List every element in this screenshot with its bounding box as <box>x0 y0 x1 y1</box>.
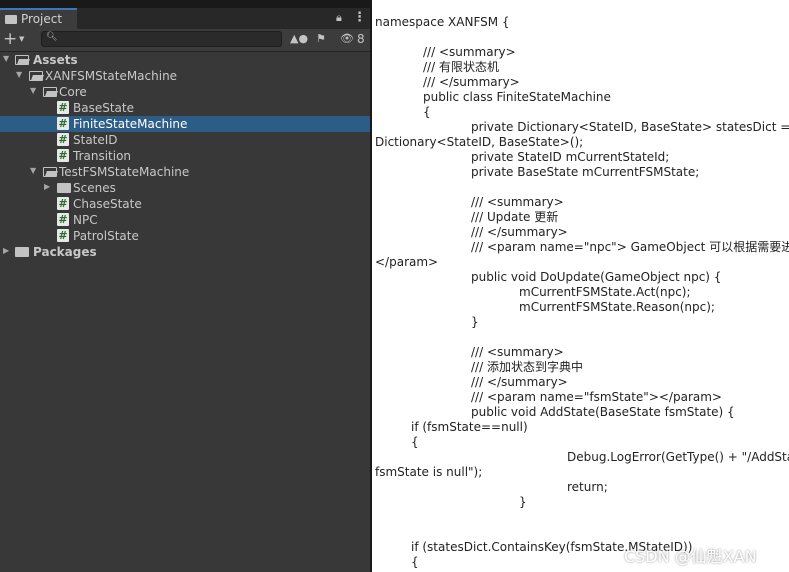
folder-open-icon <box>43 87 57 97</box>
collapse-arrow-icon[interactable]: ▶ <box>3 246 9 255</box>
code-line: public class FiniteStateMachine <box>423 90 611 104</box>
filter-by-label-icon[interactable]: ⚑ <box>316 32 326 45</box>
tree-item-packages[interactable]: ▶ Packages <box>0 244 370 260</box>
tree-item-assets[interactable]: ▼ Assets <box>0 52 370 68</box>
tree-item-label: ChaseState <box>73 197 142 211</box>
tree-item-label: PatrolState <box>73 229 139 243</box>
csharp-script-icon: # <box>57 133 69 146</box>
tree-item-basestate[interactable]: # BaseState <box>0 100 370 116</box>
tree-item-label: Core <box>59 85 87 99</box>
create-button[interactable]: + <box>3 30 17 48</box>
search-icon: 🔍︎ <box>46 32 58 42</box>
folder-icon <box>5 15 17 24</box>
code-line: { <box>411 435 419 449</box>
code-line: Debug.LogError(GetType() + "/AddState <box>567 450 789 464</box>
project-toolbar: + ▼ 🔍︎ ▲● ⚑ 👁︎ 8 <box>0 29 370 52</box>
tree-item-chasestate[interactable]: # ChaseState <box>0 196 370 212</box>
code-line: { <box>411 555 419 569</box>
code-line: Dictionary<StateID, BaseState>(); <box>375 135 584 149</box>
csharp-script-icon: # <box>57 197 69 210</box>
tree-item-label: Transition <box>73 149 132 163</box>
search-input[interactable]: 🔍︎ <box>41 31 282 47</box>
code-line: } <box>471 315 479 329</box>
code-line: /// <summary> <box>423 45 516 59</box>
tree-item-finitestatemachine[interactable]: # FiniteStateMachine <box>0 116 370 132</box>
code-line: /// 添加状态到字典中 <box>471 360 583 374</box>
filter-by-type-icon[interactable]: ▲● <box>290 32 308 45</box>
folder-open-icon <box>15 55 29 65</box>
more-options-icon[interactable]: ⋮ <box>353 10 366 25</box>
tree-item-xanfsmstatemachine[interactable]: ▼ XANFSMStateMachine <box>0 68 370 84</box>
tree-item-label: XANFSMStateMachine <box>45 69 178 83</box>
tree-item-label: Packages <box>33 245 97 259</box>
code-line: public void AddState(BaseState fsmState)… <box>471 405 735 419</box>
tree-item-npc[interactable]: # NPC <box>0 212 370 228</box>
code-line: /// 有限状态机 <box>423 60 499 74</box>
tab-project-label: Project <box>21 12 63 26</box>
tree-item-testfsmstatemachine[interactable]: ▼ TestFSMStateMachine <box>0 164 370 180</box>
tree-item-core[interactable]: ▼ Core <box>0 84 370 100</box>
folder-open-icon <box>29 71 43 81</box>
expand-arrow-icon[interactable]: ▼ <box>30 86 36 95</box>
code-line: mCurrentFSMState.Act(npc); <box>519 285 691 299</box>
code-line: if (fsmState==null) <box>411 420 528 434</box>
collapse-arrow-icon[interactable]: ▶ <box>44 182 50 191</box>
csharp-script-icon: # <box>57 213 69 226</box>
code-line: /// <summary> <box>471 195 564 209</box>
csharp-script-icon: # <box>57 149 69 162</box>
code-line: /// <param name="npc"> GameObject 可以根据需要… <box>471 240 789 254</box>
tree-item-label: FiniteStateMachine <box>73 117 188 131</box>
folder-icon <box>57 183 71 193</box>
project-tabbar: Project 🔒︎ ⋮ <box>0 8 370 29</box>
code-line: private Dictionary<StateID, BaseState> s… <box>471 120 789 134</box>
code-line: /// </summary> <box>423 75 520 89</box>
code-line: } <box>519 495 527 509</box>
code-line: </param> <box>375 255 439 269</box>
code-editor[interactable]: namespace XANFSM { /// <summary> /// 有限状… <box>372 0 789 572</box>
tree-item-label: Scenes <box>73 181 116 195</box>
hidden-packages-count: 8 <box>357 32 365 46</box>
tree-item-label: Assets <box>33 53 78 67</box>
code-line: fsmState is null"); <box>375 465 483 479</box>
tree-item-scenes[interactable]: ▶ Scenes <box>0 180 370 196</box>
code-line: public void DoUpdate(GameObject npc) { <box>471 270 722 284</box>
code-line: namespace XANFSM { <box>375 15 510 29</box>
tree-item-patrolstate[interactable]: # PatrolState <box>0 228 370 244</box>
expand-arrow-icon[interactable]: ▼ <box>16 70 22 79</box>
code-line: /// Update 更新 <box>471 210 559 224</box>
code-line: /// </summary> <box>471 225 568 239</box>
code-line: mCurrentFSMState.Reason(npc); <box>519 300 715 314</box>
tab-project[interactable]: Project <box>0 8 77 29</box>
tree-item-label: BaseState <box>73 101 134 115</box>
tree-item-transition[interactable]: # Transition <box>0 148 370 164</box>
tree-item-label: StateID <box>73 133 118 147</box>
chevron-down-icon[interactable]: ▼ <box>19 35 24 43</box>
expand-arrow-icon[interactable]: ▼ <box>30 166 36 175</box>
expand-arrow-icon[interactable]: ▼ <box>3 54 9 63</box>
watermark: CSDN @仙魁XAN <box>624 547 757 566</box>
code-line: { <box>423 105 431 119</box>
code-line: /// <param name="fsmState"></param> <box>471 390 722 404</box>
hidden-packages-icon[interactable]: 👁︎ <box>340 32 354 45</box>
folder-open-icon <box>43 167 57 177</box>
lock-icon[interactable]: 🔒︎ <box>336 11 348 25</box>
project-panel: Project 🔒︎ ⋮ + ▼ 🔍︎ ▲● ⚑ 👁︎ 8 ▼ Assets ▼… <box>0 8 370 572</box>
csharp-script-icon: # <box>57 117 69 130</box>
code-line: /// <summary> <box>471 345 564 359</box>
code-line: /// </summary> <box>471 375 568 389</box>
csharp-script-icon: # <box>57 101 69 114</box>
tree-item-label: TestFSMStateMachine <box>59 165 190 179</box>
tree-item-label: NPC <box>73 213 98 227</box>
code-line: private BaseState mCurrentFSMState; <box>471 165 700 179</box>
code-line: return; <box>567 480 608 494</box>
csharp-script-icon: # <box>57 229 69 242</box>
tree-item-stateid[interactable]: # StateID <box>0 132 370 148</box>
folder-icon <box>15 247 29 257</box>
code-line: private StateID mCurrentStateId; <box>471 150 670 164</box>
